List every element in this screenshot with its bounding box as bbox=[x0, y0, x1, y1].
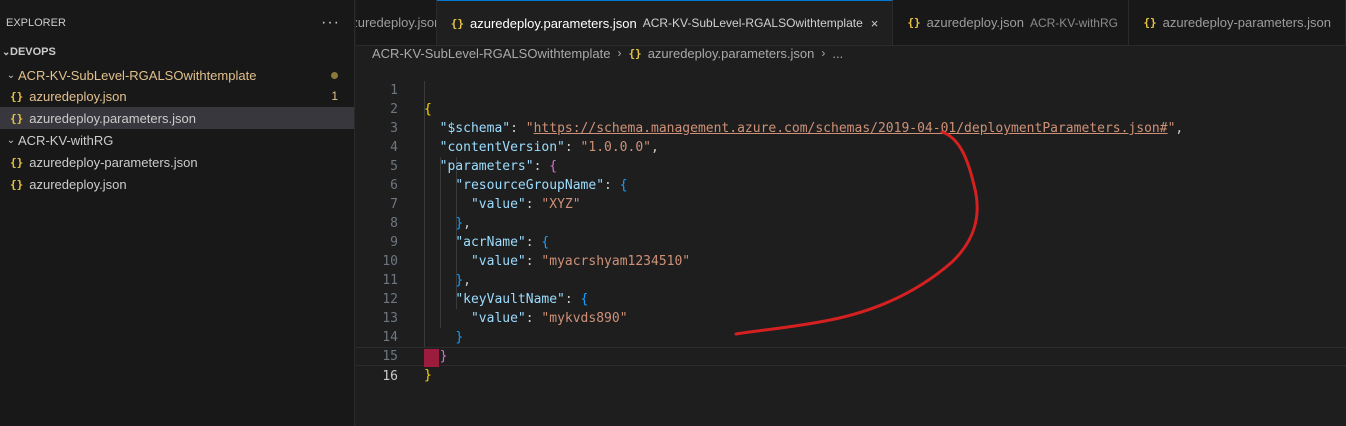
tab-azuredeploy-json-root[interactable]: azuredeploy.json .\ bbox=[356, 0, 437, 45]
json-file-icon: {} bbox=[628, 46, 642, 60]
code-line: 2 "$schema": "https://schema.management.… bbox=[356, 81, 1346, 136]
folder-acr-kv-sublevel[interactable]: ⌄ ACR-KV-SubLevel-RGALSOwithtemplate bbox=[0, 64, 354, 86]
tab-label: azuredeploy.json bbox=[926, 15, 1024, 30]
modified-dot-icon bbox=[331, 71, 338, 79]
tab-label: azuredeploy-parameters.json bbox=[1162, 15, 1331, 30]
file-label: azuredeploy.json bbox=[29, 176, 127, 192]
file-label: azuredeploy.parameters.json bbox=[29, 110, 196, 126]
code-line: 11 "keyVaultName": { bbox=[356, 252, 1346, 307]
folder-label: ACR-KV-withRG bbox=[18, 132, 114, 148]
json-file-icon: {} bbox=[10, 89, 24, 103]
breadcrumb-folder[interactable]: ACR-KV-SubLevel-RGALSOwithtemplate bbox=[372, 46, 610, 61]
explorer-title: EXPLORER bbox=[6, 17, 66, 29]
explorer-sidebar: EXPLORER ··· ⌄ DEVOPS ⌄ ACR-KV-SubLevel-… bbox=[0, 0, 355, 426]
code-line: 13 } bbox=[356, 290, 1346, 345]
code-line: 12 "value": "mykvds890" bbox=[356, 271, 1346, 326]
tab-label: azuredeploy.parameters.json bbox=[470, 15, 637, 31]
chevron-down-icon: ⌄ bbox=[2, 46, 11, 58]
current-line: 16 bbox=[356, 347, 1346, 384]
tab-label: azuredeploy.json bbox=[356, 15, 436, 30]
problem-count-badge: 1 bbox=[331, 89, 338, 103]
code-line: 7 }, bbox=[356, 176, 1346, 231]
code-line: 3 "contentVersion": "1.0.0.0", bbox=[356, 100, 1346, 155]
tab-description: ACR-KV-withRG bbox=[1029, 15, 1118, 30]
file-label: azuredeploy.json bbox=[29, 88, 127, 104]
folder-label: ACR-KV-SubLevel-RGALSOwithtemplate bbox=[18, 67, 257, 83]
tab-azuredeploy-json-withrg[interactable]: {} azuredeploy.json ACR-KV-withRG bbox=[893, 0, 1130, 45]
breadcrumb: ACR-KV-SubLevel-RGALSOwithtemplate › {} … bbox=[356, 43, 1346, 63]
breadcrumb-more[interactable]: ... bbox=[832, 46, 843, 61]
line-number: 16 bbox=[382, 369, 398, 384]
file-azuredeploy-parameters-json-2[interactable]: {} azuredeploy-parameters.json bbox=[0, 151, 354, 173]
tab-azuredeploy-parameters-json-withrg[interactable]: {} azuredeploy-parameters.json bbox=[1129, 0, 1346, 45]
file-azuredeploy-json[interactable]: {} azuredeploy.json 1 bbox=[0, 85, 354, 107]
code-line: 15 } bbox=[356, 328, 1346, 383]
explorer-header: EXPLORER ··· bbox=[0, 12, 354, 34]
more-actions-icon[interactable]: ··· bbox=[321, 14, 340, 32]
code-line: 6 "value": "XYZ" bbox=[356, 157, 1346, 212]
code-line: 10 }, bbox=[356, 233, 1346, 288]
chevron-right-icon: › bbox=[617, 46, 622, 60]
json-file-icon: {} bbox=[10, 177, 24, 191]
text-cursor bbox=[424, 349, 439, 367]
file-label: azuredeploy-parameters.json bbox=[29, 154, 198, 170]
code-line: 9 "value": "myacrshyam1234510" bbox=[356, 214, 1346, 269]
json-file-icon: {} bbox=[10, 111, 24, 125]
code-line: 4 "parameters": { bbox=[356, 119, 1346, 174]
breadcrumb-file[interactable]: azuredeploy.parameters.json bbox=[648, 46, 815, 61]
folder-acr-kv-withrg[interactable]: ⌄ ACR-KV-withRG bbox=[0, 129, 354, 151]
workspace-section[interactable]: ⌄ DEVOPS bbox=[0, 42, 354, 62]
editor-tab-bar: azuredeploy.json .\ {} azuredeploy.param… bbox=[356, 0, 1346, 46]
chevron-down-icon: ⌄ bbox=[6, 69, 16, 81]
json-file-icon: {} bbox=[450, 16, 464, 30]
code-line: 14 } bbox=[356, 309, 1346, 364]
code-editor[interactable]: 1 { 2 "$schema": "https://schema.managem… bbox=[356, 62, 1346, 426]
close-icon[interactable]: × bbox=[871, 16, 879, 31]
json-file-icon: {} bbox=[907, 16, 921, 29]
workspace-name: DEVOPS bbox=[10, 46, 56, 58]
code-line: 1 { bbox=[356, 62, 1346, 117]
code-line: 8 "acrName": { bbox=[356, 195, 1346, 250]
file-azuredeploy-json-2[interactable]: {} azuredeploy.json bbox=[0, 173, 354, 195]
file-azuredeploy-parameters-json[interactable]: {} azuredeploy.parameters.json bbox=[0, 107, 354, 129]
json-file-icon: {} bbox=[10, 155, 24, 169]
json-file-icon: {} bbox=[1143, 16, 1157, 29]
tab-azuredeploy-parameters-json[interactable]: {} azuredeploy.parameters.json ACR-KV-Su… bbox=[436, 0, 894, 45]
tab-description: ACR-KV-SubLevel-RGALSOwithtemplate bbox=[642, 16, 863, 30]
chevron-right-icon: › bbox=[821, 46, 826, 60]
chevron-down-icon: ⌄ bbox=[6, 134, 16, 146]
code-line: 5 "resourceGroupName": { bbox=[356, 138, 1346, 193]
